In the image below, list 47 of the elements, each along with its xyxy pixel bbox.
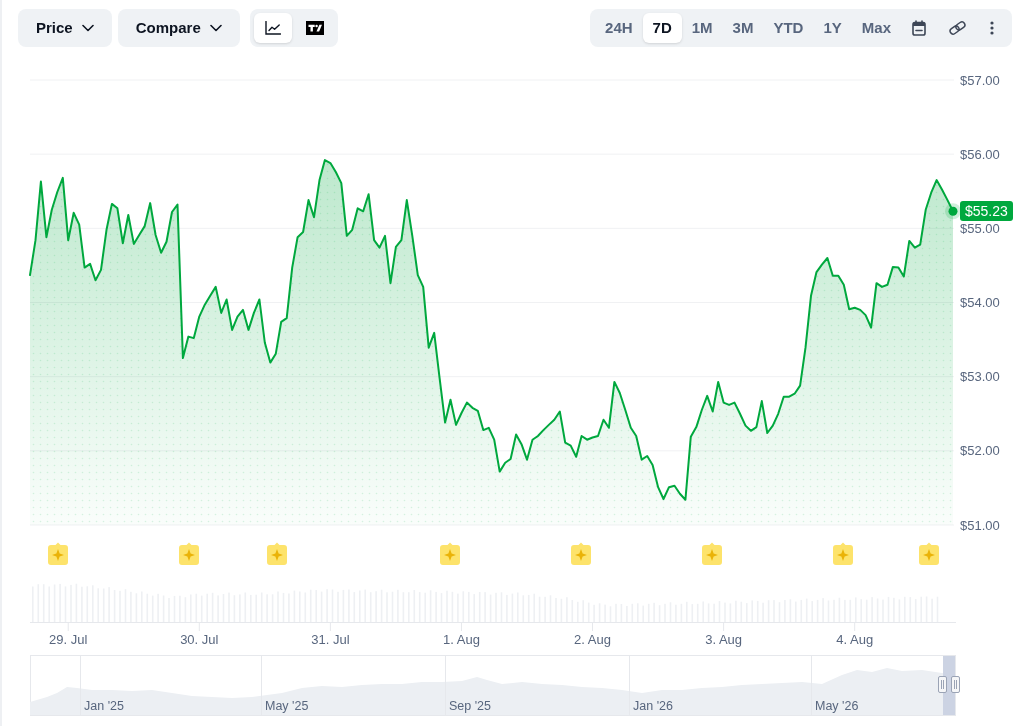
y-axis-label: $55.00 [960,220,1000,236]
price-marker-icon [945,203,961,220]
x-axis-label: 3. Aug [705,632,743,647]
x-axis-label: 4. Aug [836,632,874,647]
y-axis-label: $52.00 [960,443,1000,459]
event-marker-icon[interactable] [571,542,591,565]
dropdown-button[interactable]: Compare [117,9,240,47]
time-range-tab[interactable]: YTD [763,13,814,43]
time-range-tab[interactable]: 1Y [813,13,852,43]
line-chart-icon [264,21,281,35]
event-marker-icon[interactable] [833,542,853,565]
navigator-handle[interactable] [938,676,960,693]
navigator-label: May '25 [265,699,309,713]
navigator-label: Jan '25 [84,699,124,713]
logo-icon [305,21,324,35]
event-marker-icon[interactable] [267,542,287,565]
event-marker-icon[interactable] [179,542,199,565]
line-chart-button[interactable] [253,13,292,43]
more-icon [990,21,994,35]
x-axis-label: 30. Jul [180,632,219,647]
y-axis-label: $56.00 [960,146,1000,162]
time-range-tab[interactable]: 24H [595,13,643,43]
y-axis-label: $53.00 [960,369,1000,385]
x-axis-label: 2. Aug [574,632,611,647]
link-icon [947,21,967,35]
time-range-tab[interactable]: Max [851,13,901,43]
y-axis-label: $54.00 [960,295,1000,310]
time-range-tab[interactable]: 7D [642,13,682,43]
chevron-down-icon [81,24,94,32]
navigator-label: May '26 [815,699,859,713]
y-axis-label: $57.00 [960,72,1000,88]
dropdown-button[interactable]: Price [18,9,112,47]
calendar-icon [912,20,926,36]
current-price-badge: $55.23 [960,201,1013,222]
event-marker-icon[interactable] [48,542,68,565]
time-range-tab[interactable]: 1M [681,13,723,43]
event-marker-icon[interactable] [702,542,722,565]
navigator-label: Jan '26 [633,699,673,713]
x-axis-label: 1. Aug [443,632,480,647]
x-axis-label: 29. Jul [49,632,88,647]
navigator-label: Sep '25 [449,699,491,713]
event-marker-icon[interactable] [440,542,460,565]
x-axis-label: 31. Jul [311,632,350,647]
y-axis-label: $51.00 [960,517,1000,533]
event-marker-icon[interactable] [919,542,939,565]
time-range-tab[interactable]: 3M [722,13,764,43]
chevron-down-icon [209,24,222,32]
